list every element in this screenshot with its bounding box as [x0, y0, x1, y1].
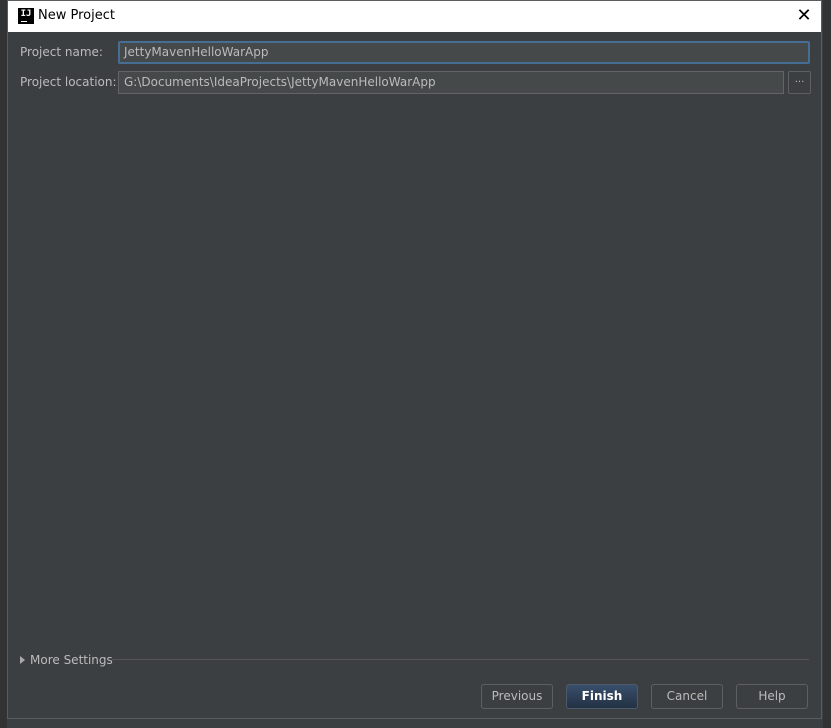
browse-button[interactable]: ... — [788, 71, 811, 94]
new-project-dialog: IJ New Project ✕ Project name: JettyMave… — [7, 0, 822, 719]
project-name-label: Project name: — [20, 45, 103, 59]
help-button[interactable]: Help — [736, 684, 808, 709]
ide-background-right — [823, 0, 831, 728]
more-settings-label: More Settings — [30, 653, 113, 667]
finish-button[interactable]: Finish — [566, 684, 638, 709]
intellij-logo-icon: IJ — [18, 8, 34, 24]
cancel-button[interactable]: Cancel — [651, 684, 723, 709]
project-location-input[interactable]: G:\Documents\IdeaProjects\JettyMavenHell… — [118, 71, 784, 94]
project-name-input[interactable]: JettyMavenHelloWarApp — [118, 41, 810, 64]
separator — [112, 659, 809, 660]
expand-triangle-icon — [20, 656, 25, 664]
ide-background-left — [0, 0, 7, 728]
previous-button[interactable]: Previous — [481, 684, 553, 709]
title-bar[interactable]: IJ New Project ✕ — [8, 1, 821, 32]
dialog-title: New Project — [38, 8, 115, 23]
more-settings-toggle[interactable]: More Settings — [20, 653, 113, 667]
project-location-label: Project location: — [20, 75, 117, 89]
close-icon[interactable]: ✕ — [793, 5, 815, 27]
